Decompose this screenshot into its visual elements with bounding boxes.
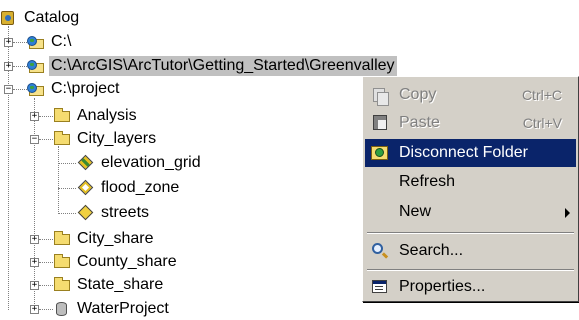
expand-toggle[interactable]: +	[30, 305, 39, 314]
tree-item-label: C:\	[51, 33, 72, 50]
tree-item-flood-zone[interactable]: flood_zone	[77, 177, 181, 199]
folder-icon	[53, 231, 71, 247]
search-icon	[369, 242, 391, 260]
paste-icon	[369, 114, 391, 132]
folder-icon	[53, 277, 71, 293]
tree-item-project[interactable]: C:\project	[27, 78, 121, 100]
tree-connector	[58, 146, 59, 214]
expand-toggle[interactable]: +	[4, 38, 13, 47]
menu-item-label: Properties...	[399, 278, 486, 295]
menu-shortcut: Ctrl+V	[522, 115, 562, 131]
tree-connector	[39, 262, 53, 263]
tree-connector	[13, 66, 27, 67]
menu-item-paste[interactable]: Paste Ctrl+V	[365, 109, 576, 137]
tree-item-label: streets	[101, 204, 150, 221]
polygon-layer-icon	[77, 179, 95, 196]
tree-connector	[58, 213, 76, 214]
expand-toggle[interactable]: +	[4, 62, 13, 71]
menu-item-new[interactable]: New	[365, 198, 576, 226]
tree-item-state-share[interactable]: State_share	[53, 274, 165, 296]
menu-item-label: Copy	[399, 86, 437, 103]
properties-icon	[369, 278, 391, 296]
tree-item-greenvalley[interactable]: C:\ArcGIS\ArcTutor\Getting_Started\Green…	[27, 55, 397, 77]
tree-item-waterproject[interactable]: WaterProject	[53, 298, 171, 320]
tree-item-label: C:\project	[51, 80, 120, 97]
tree-item-county-share[interactable]: County_share	[53, 251, 179, 273]
menu-icon-spacer	[369, 173, 391, 191]
folder-icon	[53, 131, 71, 147]
menu-item-label: Disconnect Folder	[399, 144, 528, 161]
drive-globe-icon	[27, 81, 45, 97]
menu-separator	[367, 269, 574, 271]
line-layer-icon	[77, 204, 95, 221]
tree-item-label: City_layers	[77, 130, 157, 147]
tree-connector	[39, 285, 53, 286]
tree-item-analysis[interactable]: Analysis	[53, 105, 139, 127]
menu-item-search[interactable]: Search...	[365, 237, 576, 265]
menu-item-disconnect-folder[interactable]: Disconnect Folder	[365, 139, 576, 167]
menu-shortcut: Ctrl+C	[521, 87, 562, 103]
tree-item-label: County_share	[77, 253, 177, 270]
tree-root-catalog[interactable]: Catalog	[0, 7, 81, 29]
menu-separator	[367, 232, 574, 234]
collapse-toggle[interactable]: −	[30, 135, 39, 144]
drive-globe-icon	[27, 34, 45, 50]
tree-item-c-drive[interactable]: C:\	[27, 31, 73, 53]
expand-toggle[interactable]: +	[30, 112, 39, 121]
context-menu: Copy Ctrl+C Paste Ctrl+V Disconnect Fold…	[362, 76, 579, 302]
tree-item-label: City_share	[77, 230, 154, 247]
copy-icon	[369, 86, 391, 106]
folder-icon	[53, 254, 71, 270]
tree-connector	[34, 98, 35, 310]
menu-item-label: Refresh	[399, 173, 456, 190]
menu-item-refresh[interactable]: Refresh	[365, 168, 576, 196]
folder-icon	[53, 108, 71, 124]
tree-item-label: elevation_grid	[101, 154, 201, 171]
tree-item-label: WaterProject	[77, 300, 169, 317]
tree-item-label: Analysis	[77, 107, 137, 124]
tree-item-label: Catalog	[24, 9, 80, 26]
catalog-icon	[0, 10, 18, 26]
tree-item-label: flood_zone	[101, 179, 180, 196]
menu-item-label: Search...	[399, 242, 464, 259]
drive-globe-icon	[27, 58, 45, 74]
tree-item-label: C:\ArcGIS\ArcTutor\Getting_Started\Green…	[49, 56, 397, 76]
expand-toggle[interactable]: +	[30, 235, 39, 244]
menu-item-copy[interactable]: Copy Ctrl+C	[365, 81, 576, 109]
tree-connector	[39, 239, 53, 240]
menu-item-properties[interactable]: Properties...	[365, 273, 576, 301]
expand-toggle[interactable]: +	[30, 281, 39, 290]
tree-connector	[58, 188, 76, 189]
tree-connector	[13, 42, 27, 43]
raster-icon	[77, 154, 95, 171]
expand-toggle[interactable]: +	[30, 258, 39, 267]
menu-icon-spacer	[369, 203, 391, 221]
tree-item-city-share[interactable]: City_share	[53, 228, 155, 250]
tree-connector	[13, 89, 27, 90]
tree-connector	[39, 139, 53, 140]
menu-item-label: New	[399, 203, 432, 220]
tree-connector	[39, 116, 53, 117]
tree-item-city-layers[interactable]: City_layers	[53, 128, 158, 150]
disconnect-folder-icon	[369, 144, 391, 162]
tree-item-streets[interactable]: streets	[77, 202, 151, 224]
collapse-toggle[interactable]: −	[4, 85, 13, 94]
tree-connector	[39, 309, 53, 310]
database-icon	[53, 301, 71, 317]
tree-connector	[58, 163, 76, 164]
submenu-arrow-icon	[565, 208, 570, 218]
tree-item-label: State_share	[77, 276, 164, 293]
menu-item-label: Paste	[399, 114, 440, 131]
tree-item-elevation-grid[interactable]: elevation_grid	[77, 152, 203, 174]
